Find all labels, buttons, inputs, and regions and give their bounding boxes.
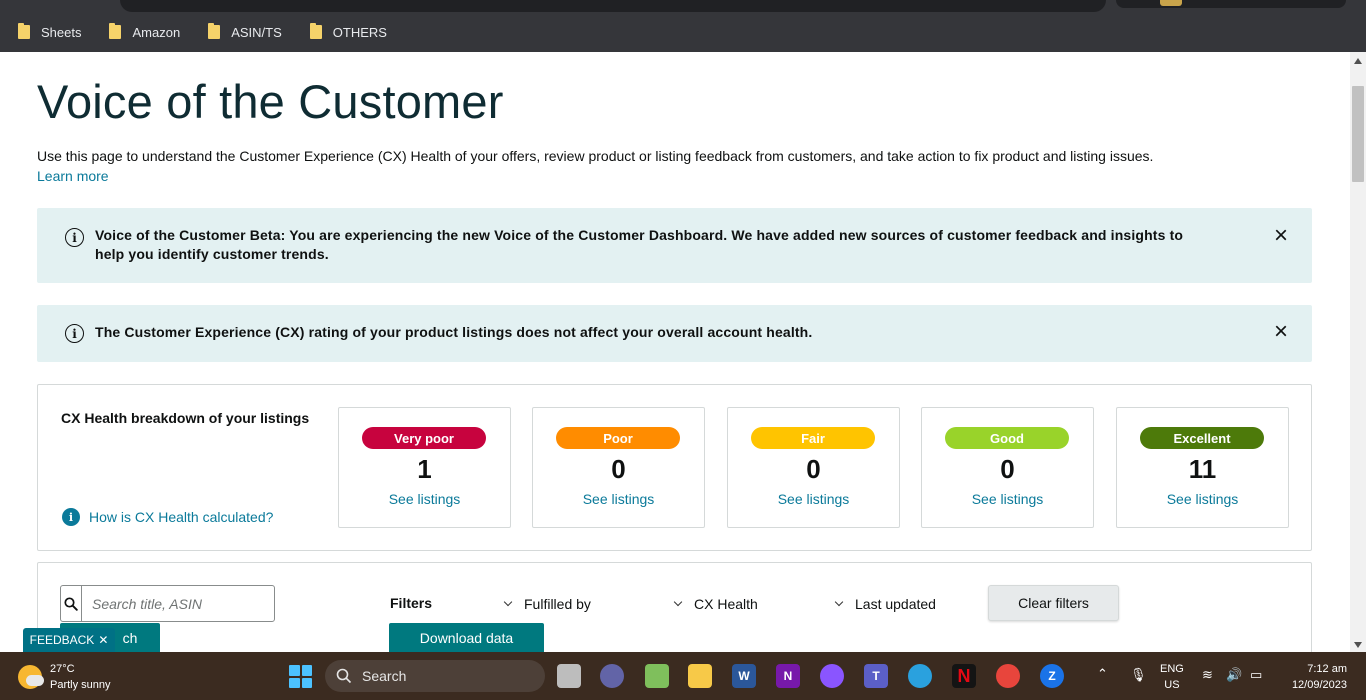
microphone-icon[interactable]: 🎙 (1130, 667, 1147, 683)
page-content: Voice of the Customer Use this page to u… (0, 52, 1350, 652)
netflix-icon[interactable]: N (952, 664, 976, 688)
profile-area (1116, 0, 1346, 8)
folder-icon (18, 23, 30, 39)
filters-label: Filters (390, 595, 433, 611)
bookmark-amazon[interactable]: Amazon (109, 23, 180, 40)
see-listings-link[interactable]: See listings (339, 491, 510, 507)
cx-rating-alert: i The Customer Experience (CX) rating of… (37, 305, 1312, 362)
cx-rating-count: 1 (417, 454, 432, 484)
filter-panel: ch Filters Fulfilled by CX Health Last u… (37, 562, 1312, 652)
bookmarks-bar: Sheets Amazon ASIN/TS OTHERS (0, 20, 397, 44)
info-icon: i (65, 324, 84, 343)
meet-icon[interactable] (600, 664, 624, 688)
cx-card-very-poor: Very poor 1 See listings (338, 407, 511, 528)
close-icon[interactable]: ✕ (98, 633, 108, 647)
folder-icon (208, 23, 221, 39)
scroll-up-icon[interactable] (1354, 58, 1362, 64)
see-listings-link[interactable]: See listings (922, 491, 1093, 507)
cx-rating-count: 0 (806, 454, 821, 484)
cx-rating-count: 11 (1188, 454, 1217, 484)
chevron-down-icon (673, 597, 683, 607)
page-description: Use this page to understand the Customer… (37, 148, 1154, 164)
feedback-tab[interactable]: FEEDBACK ✕ (23, 628, 115, 652)
taskbar-search[interactable]: Search (325, 660, 545, 692)
search-icon[interactable] (61, 586, 82, 621)
cx-card-excellent: Excellent 11 See listings (1116, 407, 1289, 528)
address-bar[interactable] (120, 0, 1106, 12)
cx-rating-badge: Very poor (362, 427, 486, 449)
beta-alert: i Voice of the Customer Beta: You are ex… (37, 208, 1312, 283)
see-listings-link[interactable]: See listings (728, 491, 899, 507)
browser-chrome: Sheets Amazon ASIN/TS OTHERS (0, 0, 1366, 52)
cx-health-heading: CX Health breakdown of your listings (61, 410, 310, 426)
bookmark-sheets[interactable]: Sheets (18, 23, 81, 40)
see-listings-link[interactable]: See listings (1117, 491, 1288, 507)
cx-card-good: Good 0 See listings (921, 407, 1094, 528)
profile-icon[interactable] (1160, 0, 1182, 6)
bookmark-asin-ts[interactable]: ASIN/TS (208, 23, 282, 40)
chevron-down-icon (503, 597, 513, 607)
scroll-thumb[interactable] (1352, 86, 1364, 182)
notepad-icon[interactable] (645, 664, 669, 688)
cx-health-dropdown[interactable]: CX Health (673, 596, 758, 612)
download-data-button[interactable]: Download data (389, 623, 544, 652)
onenote-icon[interactable]: N (776, 664, 800, 688)
partly-sunny-icon (18, 665, 44, 689)
cx-rating-count: 0 (1000, 454, 1015, 484)
cx-rating-badge: Excellent (1140, 427, 1264, 449)
info-icon: i (62, 508, 80, 526)
clear-filters-button[interactable]: Clear filters (988, 585, 1119, 621)
task-view-icon[interactable] (557, 664, 581, 688)
chevron-up-icon[interactable]: ⌃ (1097, 666, 1108, 682)
chrome-icon[interactable] (996, 664, 1020, 688)
weather-widget[interactable]: 27°C Partly sunny (18, 661, 111, 693)
search-input[interactable] (82, 586, 274, 621)
temperature: 27°C (50, 663, 75, 675)
search-box (60, 585, 275, 622)
folder-icon (309, 23, 322, 39)
telegram-icon[interactable] (908, 664, 932, 688)
folder-icon (109, 23, 122, 39)
scroll-down-icon[interactable] (1354, 642, 1362, 648)
file-explorer-icon[interactable] (688, 664, 712, 688)
page-title: Voice of the Customer (37, 75, 504, 128)
cx-health-help-link[interactable]: i How is CX Health calculated? (62, 508, 273, 526)
beta-alert-line2: help you identify customer trends. (95, 246, 329, 262)
battery-icon[interactable]: ▭ (1250, 667, 1262, 683)
cx-rating-badge: Good (945, 427, 1069, 449)
last-updated-dropdown[interactable]: Last updated (834, 596, 936, 612)
cx-rating-count: 0 (611, 454, 626, 484)
cx-rating-alert-text: The Customer Experience (CX) rating of y… (95, 324, 813, 340)
fulfilled-by-dropdown[interactable]: Fulfilled by (503, 596, 591, 612)
cx-rating-badge: Fair (751, 427, 875, 449)
volume-icon[interactable]: 🔊 (1226, 667, 1242, 683)
info-icon: i (65, 228, 84, 247)
wifi-icon[interactable]: ≋ (1202, 667, 1213, 683)
messenger-icon[interactable] (820, 664, 844, 688)
see-listings-link[interactable]: See listings (533, 491, 704, 507)
close-icon[interactable]: × (1274, 320, 1288, 344)
beta-alert-line1: Voice of the Customer Beta: You are expe… (95, 227, 1184, 243)
cx-card-poor: Poor 0 See listings (532, 407, 705, 528)
zalo-icon[interactable]: Z (1040, 664, 1064, 688)
page-scrollbar[interactable] (1350, 52, 1366, 652)
teams-icon[interactable]: T (864, 664, 888, 688)
bookmark-others[interactable]: OTHERS (309, 23, 387, 40)
taskbar: 27°C Partly sunny Search W N T N Z ⌃ 🎙 E… (0, 652, 1366, 700)
language-indicator[interactable]: ENG US (1160, 661, 1184, 693)
weather-condition: Partly sunny (50, 679, 111, 691)
cx-health-panel: CX Health breakdown of your listings i H… (37, 384, 1312, 551)
learn-more-link[interactable]: Learn more (37, 168, 109, 184)
search-icon (336, 668, 352, 684)
cx-card-fair: Fair 0 See listings (727, 407, 900, 528)
word-icon[interactable]: W (732, 664, 756, 688)
chevron-down-icon (834, 597, 844, 607)
windows-start-icon[interactable] (289, 665, 312, 688)
clock[interactable]: 7:12 am 12/09/2023 (1285, 661, 1347, 693)
cx-rating-badge: Poor (556, 427, 680, 449)
close-icon[interactable]: × (1274, 224, 1288, 248)
